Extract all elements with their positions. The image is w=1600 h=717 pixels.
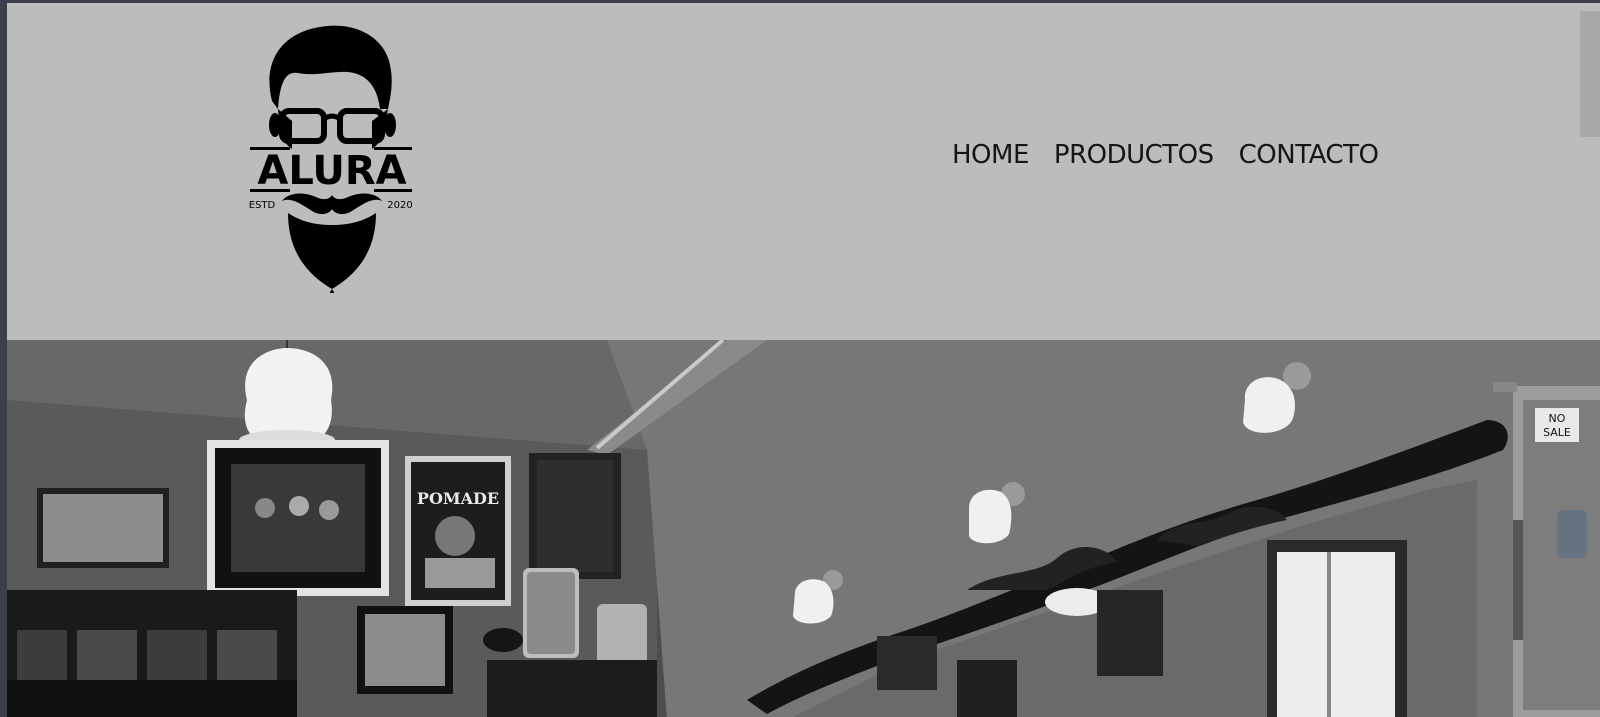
brand-name: ALURA [257, 148, 406, 194]
no-sale-sign-line2: SALE [1543, 426, 1571, 439]
main-nav: HOME PRODUCTOS CONTACTO [952, 140, 1379, 170]
brand-estd: ESTD [249, 200, 276, 211]
pomade-sign: POMADE [417, 489, 499, 508]
page-frame: ALURA ESTD 2020 HOME PRODUCTOS CONTACTO [7, 3, 1600, 717]
no-sale-sign-line1: NO [1549, 412, 1566, 425]
barbershop-photo: POMADE NO SALE [7, 340, 1600, 717]
site-header: ALURA ESTD 2020 HOME PRODUCTOS CONTACTO [7, 3, 1600, 340]
hero-image: POMADE NO SALE [7, 340, 1600, 717]
scrollbar-thumb[interactable] [1580, 11, 1600, 137]
nav-contacto[interactable]: CONTACTO [1239, 140, 1379, 170]
nav-home[interactable]: HOME [952, 140, 1029, 170]
nav-productos[interactable]: PRODUCTOS [1054, 140, 1214, 170]
brand-year: 2020 [387, 200, 412, 211]
alura-logo[interactable]: ALURA ESTD 2020 [242, 21, 412, 293]
